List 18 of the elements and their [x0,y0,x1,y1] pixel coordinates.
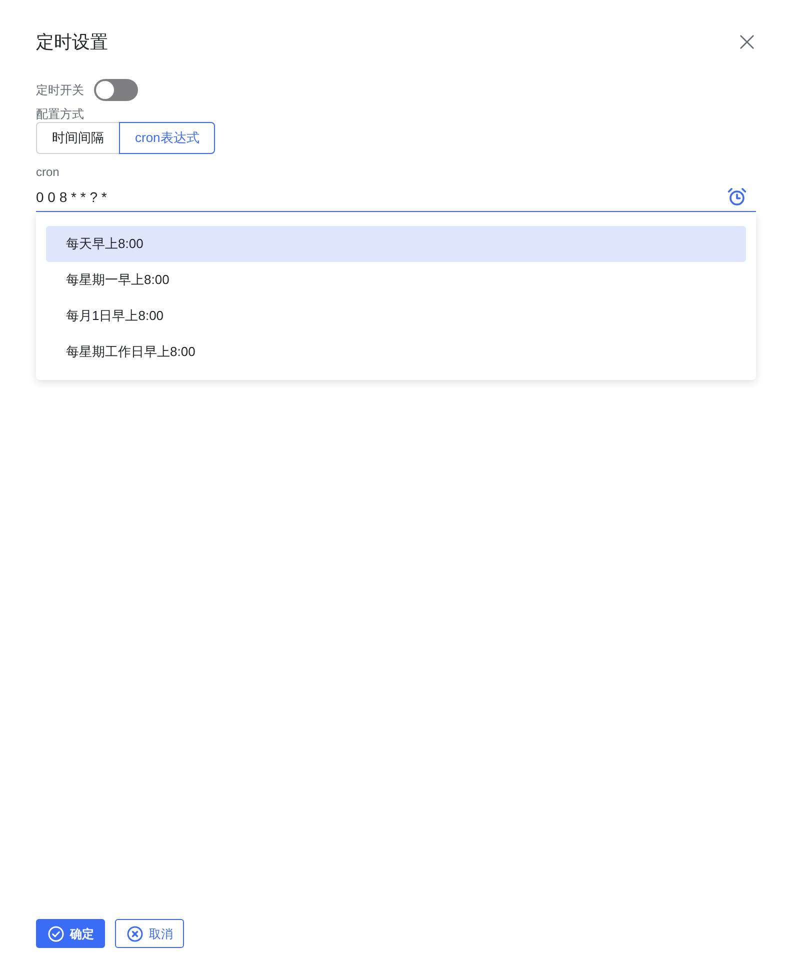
confirm-button[interactable]: 确定 [36,919,105,948]
field-label: cron [36,164,60,180]
alarm-clock-icon[interactable] [727,187,747,207]
switch-label: 定时开关 [36,82,84,98]
toggle-switch[interactable] [94,79,138,101]
check-circle-icon [48,926,64,942]
cancel-button[interactable]: 取消 [115,919,184,948]
close-icon[interactable] [740,35,754,49]
cancel-circle-icon [127,926,143,942]
segment-tab[interactable]: 时间间隔 [36,122,120,154]
input-field[interactable]: 0 0 8 * * ? * [36,182,756,212]
dropdown-option[interactable]: 每月1日早上8:00 [46,298,746,334]
dropdown-option[interactable]: 每星期工作日早上8:00 [46,334,746,370]
field-label: 配置方式 [36,106,85,122]
dropdown-option[interactable]: 每星期一早上8:00 [46,262,746,298]
segment-tab[interactable]: cron表达式 [119,122,216,154]
dialog-title: 定时设置 [36,31,108,54]
dropdown-option[interactable]: 每天早上8:00 [46,226,746,262]
